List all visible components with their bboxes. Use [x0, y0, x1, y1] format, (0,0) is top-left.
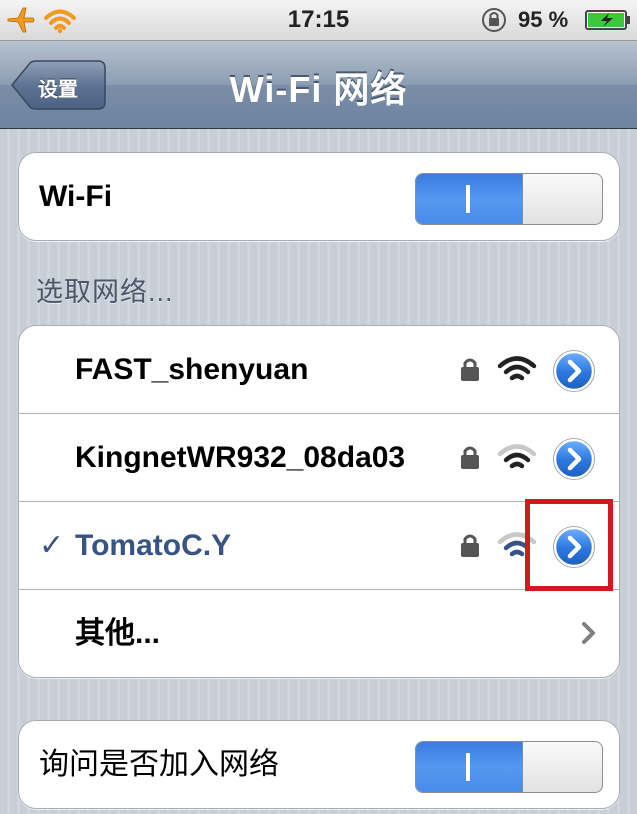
- ask-to-join-label: 询问是否加入网络: [39, 748, 279, 781]
- rotation-lock-icon: [482, 8, 506, 32]
- lock-icon: [461, 446, 479, 469]
- ask-to-join-cell: 询问是否加入网络: [19, 721, 619, 808]
- network-name: KingnetWR932_08da03: [75, 441, 406, 474]
- other-label: 其他...: [75, 617, 161, 650]
- lock-icon: [461, 534, 479, 557]
- chevron-right-icon: [582, 622, 595, 644]
- network-row-kingnet[interactable]: KingnetWR932_08da03: [19, 414, 619, 502]
- toggle-on-glyph: [466, 185, 470, 213]
- lock-icon: [461, 358, 479, 381]
- wifi-label: Wi-Fi: [39, 180, 113, 213]
- wifi-signal-medium-icon: [497, 444, 537, 469]
- network-name: FAST_shenyuan: [75, 353, 309, 386]
- toggle-on-glyph: [466, 753, 470, 781]
- other-network-row[interactable]: 其他...: [19, 590, 619, 677]
- toggle-on-half: [416, 174, 523, 224]
- wifi-toggle-cell: Wi-Fi: [19, 153, 619, 240]
- choose-network-header: 选取网络...: [36, 277, 174, 307]
- network-name: TomatoC.Y: [75, 529, 232, 562]
- ask-to-join-group: 询问是否加入网络: [18, 720, 620, 809]
- status-bar: 17:15 95 %: [0, 0, 637, 41]
- detail-disclosure-button[interactable]: [553, 438, 595, 480]
- highlight-annotation-box: [525, 499, 613, 591]
- navigation-bar: 设置 Wi-Fi 网络: [0, 41, 637, 129]
- checkmark-icon: ✓: [39, 529, 65, 562]
- network-row-fast-shenyuan[interactable]: FAST_shenyuan: [19, 326, 619, 414]
- battery-charging-icon: [585, 10, 630, 30]
- ask-to-join-toggle-switch[interactable]: [415, 741, 603, 793]
- wifi-toggle-group: Wi-Fi: [18, 152, 620, 241]
- wifi-signal-full-icon: [497, 356, 537, 381]
- wifi-toggle-switch[interactable]: [415, 173, 603, 225]
- detail-disclosure-button[interactable]: [553, 350, 595, 392]
- battery-percent: 95 %: [518, 7, 569, 32]
- page-title: Wi-Fi 网络: [229, 69, 408, 110]
- toggle-on-half: [416, 742, 523, 792]
